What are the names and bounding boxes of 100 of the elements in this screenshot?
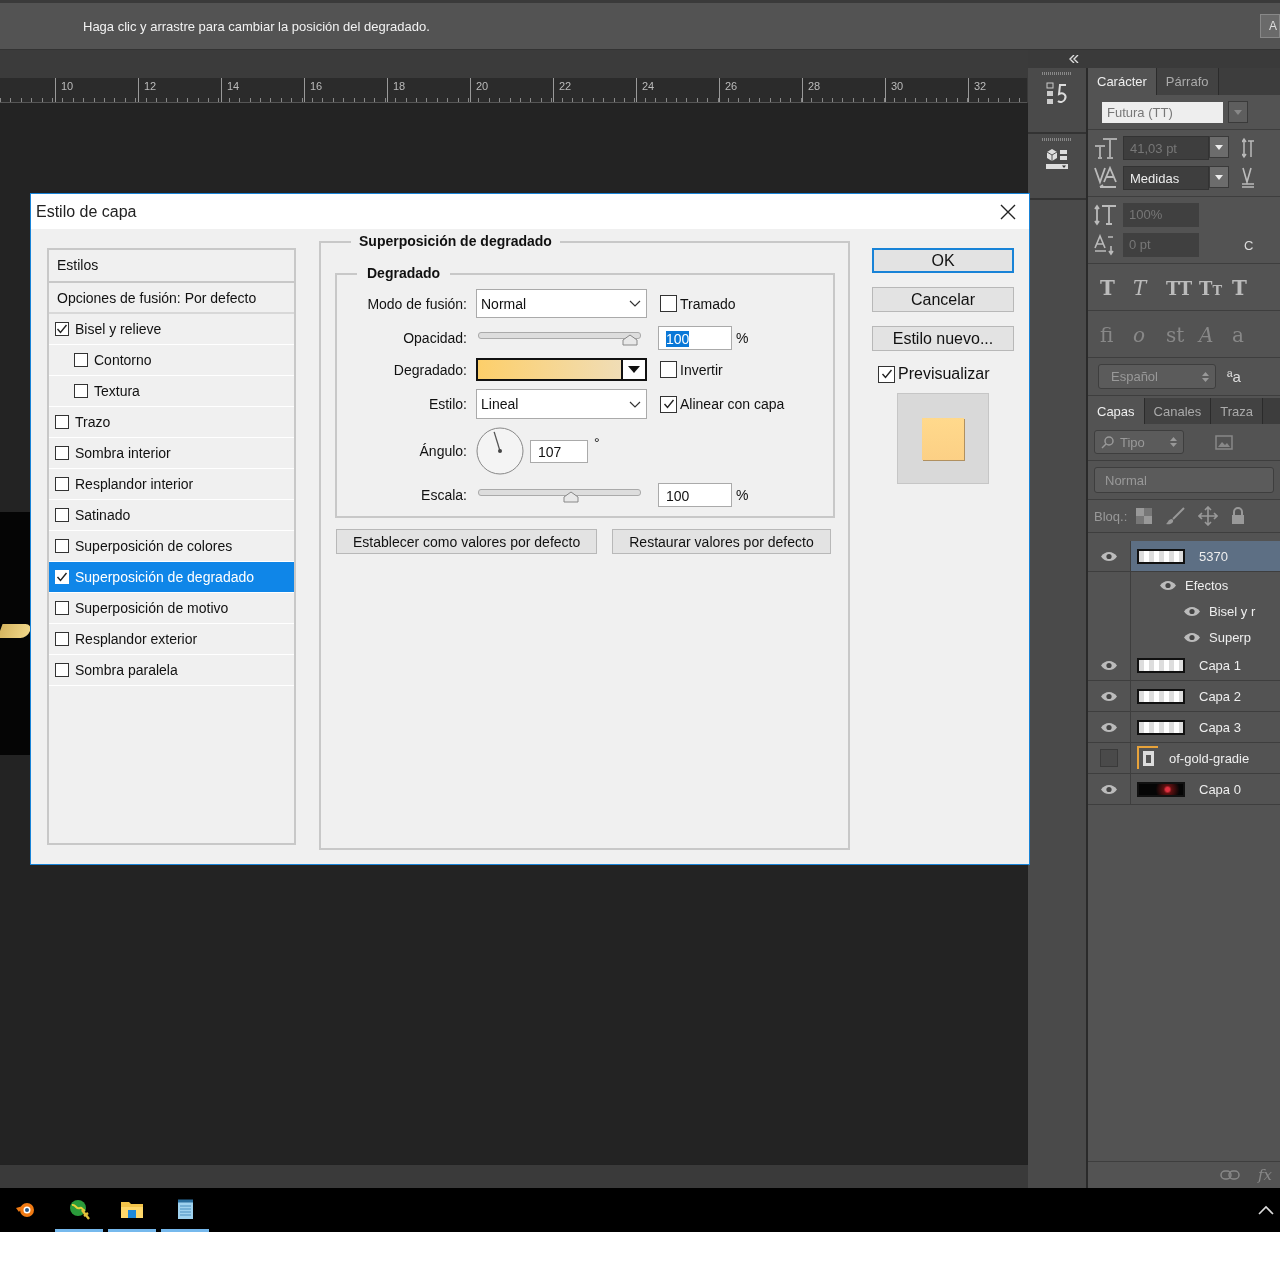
style-item[interactable]: Textura xyxy=(49,376,294,407)
lock-icon[interactable] xyxy=(1231,507,1246,525)
style-item[interactable]: Bisel y relieve xyxy=(49,314,294,345)
notepad-icon xyxy=(175,1197,195,1220)
font-field[interactable]: Futura (TT) xyxy=(1102,101,1223,123)
eye-icon[interactable] xyxy=(1183,631,1201,643)
eye-icon[interactable] xyxy=(1100,721,1118,733)
caret-icon[interactable] xyxy=(1258,1205,1274,1215)
style-label: Resplandor exterior xyxy=(75,631,198,647)
style-item[interactable]: Trazo xyxy=(49,407,294,438)
layer-row[interactable]: Capa 3 xyxy=(1088,712,1280,743)
style-item[interactable]: Superposición de degradado xyxy=(49,562,294,593)
size-dropdown-button[interactable] xyxy=(1209,136,1229,158)
checkbox-label: Alinear con capa xyxy=(680,396,785,412)
eye-icon[interactable] xyxy=(1100,550,1118,562)
type-style-button[interactable]: T xyxy=(1133,276,1166,300)
layer-row[interactable]: Bisel y r xyxy=(1088,598,1280,624)
panel-tab[interactable]: Traza xyxy=(1211,398,1264,424)
section-title: Superposición de degradado xyxy=(351,233,560,249)
eye-icon[interactable] xyxy=(1100,659,1118,671)
defaults-button[interactable]: Establecer como valores por defecto xyxy=(336,529,598,554)
color-label: C xyxy=(1244,237,1254,253)
horizontal-scrollbar[interactable] xyxy=(0,1164,1028,1188)
visibility-toggle[interactable] xyxy=(1100,749,1118,767)
blend-mode-select[interactable]: Normal xyxy=(476,289,647,318)
kerning-field[interactable]: Medidas xyxy=(1123,166,1209,190)
checkbox[interactable] xyxy=(74,384,88,398)
checkbox[interactable] xyxy=(55,322,69,336)
eye-icon[interactable] xyxy=(1159,579,1177,591)
defaults-button[interactable]: Restaurar valores por defecto xyxy=(612,529,831,554)
cube-list-icon[interactable] xyxy=(1045,147,1069,171)
panel-tab[interactable]: Carácter xyxy=(1088,68,1157,95)
panel-tab[interactable]: Capas xyxy=(1088,398,1145,424)
antialias-toggle[interactable]: ªa xyxy=(1227,368,1241,385)
style-item[interactable]: Sombra paralela xyxy=(49,655,294,686)
checkbox[interactable] xyxy=(660,395,677,413)
type-style-button[interactable]: T xyxy=(1232,276,1265,300)
eye-icon[interactable] xyxy=(1100,783,1118,795)
checkbox[interactable] xyxy=(55,415,69,429)
font-dropdown-button[interactable] xyxy=(1228,101,1248,123)
style-item[interactable]: Satinado xyxy=(49,500,294,531)
checkbox[interactable] xyxy=(55,508,69,522)
type-style-button[interactable]: TT xyxy=(1199,277,1232,299)
opacity-input[interactable]: 100 xyxy=(658,326,732,350)
panel-tab[interactable]: Párrafo xyxy=(1156,68,1219,95)
checkbox[interactable] xyxy=(55,601,69,615)
layer-row[interactable]: Efectos xyxy=(1088,572,1280,598)
dialog-button[interactable]: Estilo nuevo... xyxy=(872,326,1014,351)
type-style-button[interactable]: TT xyxy=(1166,277,1199,299)
opacity-slider[interactable] xyxy=(478,329,641,347)
checkbox[interactable] xyxy=(55,632,69,646)
preview-swatch xyxy=(922,417,964,460)
caret-icon xyxy=(1215,174,1223,180)
style-item[interactable]: Superposición de motivo xyxy=(49,593,294,624)
type-style-button[interactable]: T xyxy=(1100,276,1133,300)
style-item[interactable]: Resplandor interior xyxy=(49,469,294,500)
brush-icon[interactable] xyxy=(1165,507,1186,525)
slider-thumb[interactable] xyxy=(562,491,579,503)
scale-input[interactable]: 100 xyxy=(658,483,732,507)
layer-row[interactable]: Superp xyxy=(1088,624,1280,650)
history-icon[interactable] xyxy=(1046,81,1068,105)
layer-row[interactable]: Capa 2 xyxy=(1088,681,1280,712)
checkbox[interactable] xyxy=(55,539,69,553)
scale-slider[interactable] xyxy=(478,486,641,504)
ruler-label: 26 xyxy=(719,78,802,102)
options-button[interactable]: A xyxy=(1260,14,1280,38)
style-item[interactable]: Sombra interior xyxy=(49,438,294,469)
dialog-button[interactable]: OK xyxy=(872,248,1014,273)
ruler-label: 20 xyxy=(470,78,553,102)
dialog-button[interactable]: Cancelar xyxy=(872,287,1014,312)
checkbox[interactable] xyxy=(55,446,69,460)
angle-input[interactable]: 107 xyxy=(530,439,588,463)
layer-row[interactable]: Capa 1 xyxy=(1088,650,1280,681)
checker-icon[interactable] xyxy=(1136,508,1153,524)
style-item[interactable]: Opciones de fusión: Por defecto xyxy=(49,283,294,314)
layer-row[interactable]: of-gold-gradie xyxy=(1088,743,1280,774)
eye-icon[interactable] xyxy=(1100,690,1118,702)
style-select[interactable]: Lineal xyxy=(476,389,647,419)
kerning-dropdown-button[interactable] xyxy=(1209,166,1229,188)
collapse-icon[interactable] xyxy=(1069,55,1079,63)
slider-thumb[interactable] xyxy=(622,334,638,346)
gradient-picker[interactable] xyxy=(476,358,647,381)
style-item[interactable]: Contorno xyxy=(49,345,294,376)
layer-thumbnail xyxy=(1137,688,1185,704)
angle-dial[interactable] xyxy=(476,427,524,475)
layer-row[interactable]: Capa 0 xyxy=(1088,774,1280,805)
panel-tab[interactable]: Canales xyxy=(1144,398,1212,424)
checkbox[interactable] xyxy=(55,663,69,677)
style-item[interactable]: Resplandor exterior xyxy=(49,624,294,655)
checkbox[interactable] xyxy=(878,365,895,383)
dialog-title: Estilo de capa xyxy=(36,202,137,221)
styles-header: Estilos xyxy=(49,250,294,283)
close-icon[interactable] xyxy=(1000,203,1016,220)
eye-icon[interactable] xyxy=(1183,605,1201,617)
checkbox[interactable] xyxy=(660,295,677,312)
checkbox[interactable] xyxy=(55,477,69,491)
checkbox[interactable] xyxy=(660,361,677,378)
checkbox[interactable] xyxy=(74,353,88,367)
move-icon[interactable] xyxy=(1198,506,1219,526)
style-label: Superposición de degradado xyxy=(75,569,255,585)
